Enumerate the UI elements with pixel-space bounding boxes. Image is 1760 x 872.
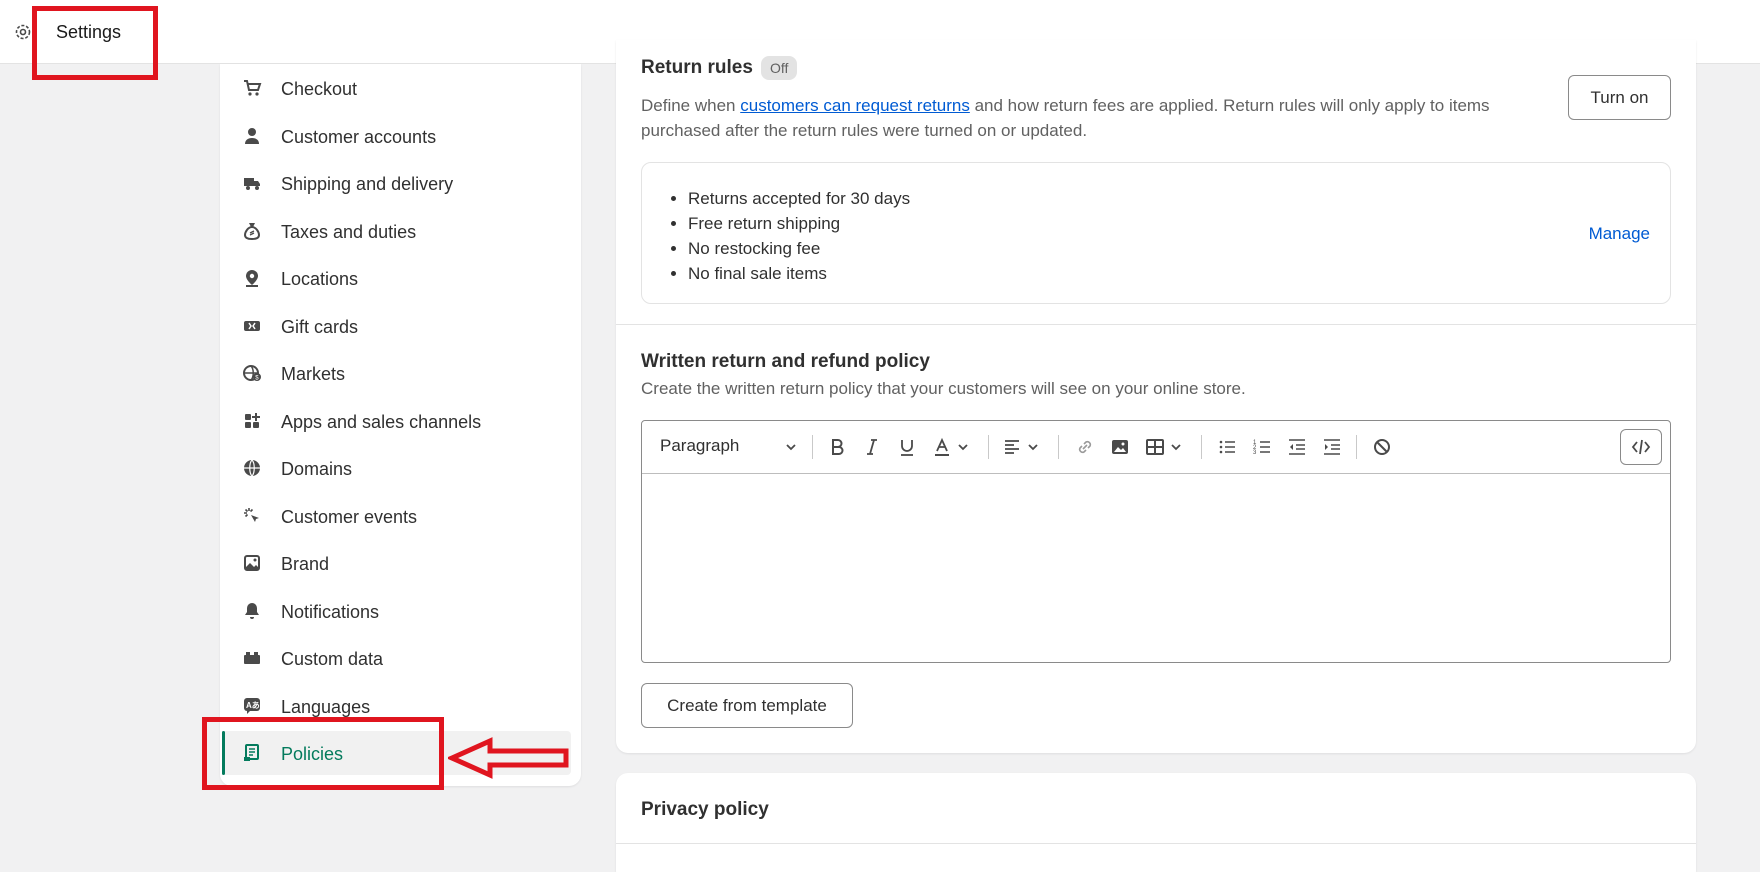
active-indicator: [222, 731, 225, 775]
sidebar-item-label: Languages: [281, 697, 371, 717]
chevron-down-icon: [786, 444, 796, 451]
sidebar-item-languages[interactable]: Aあ Languages: [220, 684, 581, 728]
globe-dollar-icon: $: [243, 365, 261, 382]
policy-editor: Paragraph 123: [641, 420, 1671, 663]
sidebar-item-label: Apps and sales channels: [281, 412, 482, 432]
turn-on-button[interactable]: Turn on: [1568, 75, 1671, 120]
database-icon: [244, 652, 260, 664]
money-bag-icon: [243, 223, 261, 241]
sidebar-item-label: Notifications: [281, 602, 380, 622]
policy-icon: [244, 744, 259, 761]
translate-icon: Aあ: [244, 698, 260, 714]
sidebar-item-custom-data[interactable]: Custom data: [220, 636, 581, 680]
sidebar-item-label: Domains: [281, 459, 353, 479]
person-icon: [245, 128, 259, 144]
cart-icon: [244, 80, 262, 96]
customers-return-link[interactable]: customers can request returns: [740, 96, 970, 115]
chevron-down-icon: [1028, 444, 1038, 451]
clear-formatting-icon[interactable]: [1372, 437, 1392, 457]
editor-toolbar: Paragraph 123: [642, 421, 1670, 474]
page-title: Settings: [56, 22, 122, 42]
bullet-list-icon[interactable]: [1217, 437, 1237, 457]
annotation-arrow: [448, 737, 569, 779]
sidebar-item-label: Brand: [281, 554, 330, 574]
link-icon[interactable]: [1075, 437, 1095, 457]
sidebar-item-brand[interactable]: Brand: [220, 541, 581, 585]
gift-card-icon: [244, 321, 260, 331]
format-select-value: Paragraph: [660, 436, 740, 455]
sidebar-item-customer-events[interactable]: Customer events: [220, 494, 581, 538]
image-icon: [244, 555, 260, 571]
sidebar-item-label: Gift cards: [281, 317, 359, 337]
create-from-template-button[interactable]: Create from template: [641, 683, 853, 728]
sidebar-item-label: Custom data: [281, 649, 384, 669]
return-rules-description: Define when customers can request return…: [641, 96, 1490, 140]
indent-icon[interactable]: [1322, 437, 1342, 457]
sidebar-item-shipping[interactable]: Shipping and delivery: [220, 161, 581, 205]
sidebar-item-label: Locations: [281, 269, 359, 289]
list-item: No restocking fee: [688, 236, 910, 261]
outdent-icon[interactable]: [1287, 437, 1307, 457]
sidebar-item-notifications[interactable]: Notifications: [220, 589, 581, 633]
sidebar-item-apps[interactable]: Apps and sales channels: [220, 399, 581, 443]
written-policy-description: Create the written return policy that yo…: [641, 379, 1246, 398]
sidebar-item-markets[interactable]: $ Markets: [220, 351, 581, 395]
underline-icon[interactable]: [897, 437, 917, 457]
list-item: Free return shipping: [688, 211, 910, 236]
sidebar-item-label: Policies: [281, 744, 344, 764]
privacy-policy-title: Privacy policy: [641, 799, 769, 820]
location-pin-icon: [246, 270, 258, 287]
sidebar-item-checkout[interactable]: Checkout: [220, 66, 581, 110]
sidebar-item-label: Checkout: [281, 79, 358, 99]
toolbar-divider: [988, 435, 989, 459]
apps-icon: [245, 413, 260, 428]
sidebar-item-gift-cards[interactable]: Gift cards: [220, 304, 581, 348]
svg-text:Aあ: Aあ: [246, 701, 260, 710]
manage-link[interactable]: Manage: [1589, 224, 1650, 244]
globe-icon: [244, 459, 260, 477]
sidebar-item-customer-accounts[interactable]: Customer accounts: [220, 114, 581, 158]
toolbar-divider: [1058, 435, 1059, 459]
editor-content-area[interactable]: [642, 474, 1670, 662]
sidebar-item-label: Markets: [281, 364, 346, 384]
html-source-button[interactable]: [1620, 429, 1662, 465]
gear-icon[interactable]: [13, 22, 33, 42]
sidebar-item-label: Customer events: [281, 507, 418, 527]
chevron-down-icon: [1171, 444, 1181, 451]
bold-icon[interactable]: [827, 437, 847, 457]
truck-icon: [244, 178, 260, 190]
toolbar-divider: [812, 435, 813, 459]
text-color-icon: [935, 437, 949, 456]
toolbar-divider: [1356, 435, 1357, 459]
chevron-down-icon: [958, 444, 968, 451]
bell-icon: [245, 603, 259, 619]
section-divider: [616, 324, 1696, 325]
sidebar-item-label: Taxes and duties: [281, 222, 417, 242]
code-icon: [1631, 439, 1651, 455]
privacy-policy-card: [616, 773, 1696, 872]
settings-sidebar: Checkout Customer accounts Shipping and …: [220, 64, 581, 786]
section-divider: [616, 843, 1696, 844]
written-policy-title: Written return and refund policy: [641, 351, 930, 372]
image-icon[interactable]: [1110, 437, 1130, 457]
italic-icon[interactable]: [862, 437, 882, 457]
numbered-list-icon[interactable]: 123: [1252, 437, 1272, 457]
toolbar-divider: [1201, 435, 1202, 459]
return-rules-summary: Returns accepted for 30 days Free return…: [641, 162, 1671, 304]
rules-list: Returns accepted for 30 days Free return…: [688, 186, 910, 286]
sidebar-item-label: Shipping and delivery: [281, 174, 454, 194]
sidebar-item-domains[interactable]: Domains: [220, 446, 581, 490]
sidebar-item-locations[interactable]: Locations: [220, 256, 581, 300]
return-rules-title: Return rules: [641, 57, 753, 78]
align-left-icon: [1005, 440, 1019, 454]
svg-text:3: 3: [1253, 450, 1257, 456]
sidebar-item-taxes[interactable]: Taxes and duties: [220, 209, 581, 253]
cursor-click-icon: [244, 508, 259, 522]
status-badge: Off: [761, 56, 798, 80]
list-item: Returns accepted for 30 days: [688, 186, 910, 211]
list-item: No final sale items: [688, 261, 910, 286]
sidebar-item-label: Customer accounts: [281, 127, 437, 147]
table-icon: [1146, 439, 1164, 455]
